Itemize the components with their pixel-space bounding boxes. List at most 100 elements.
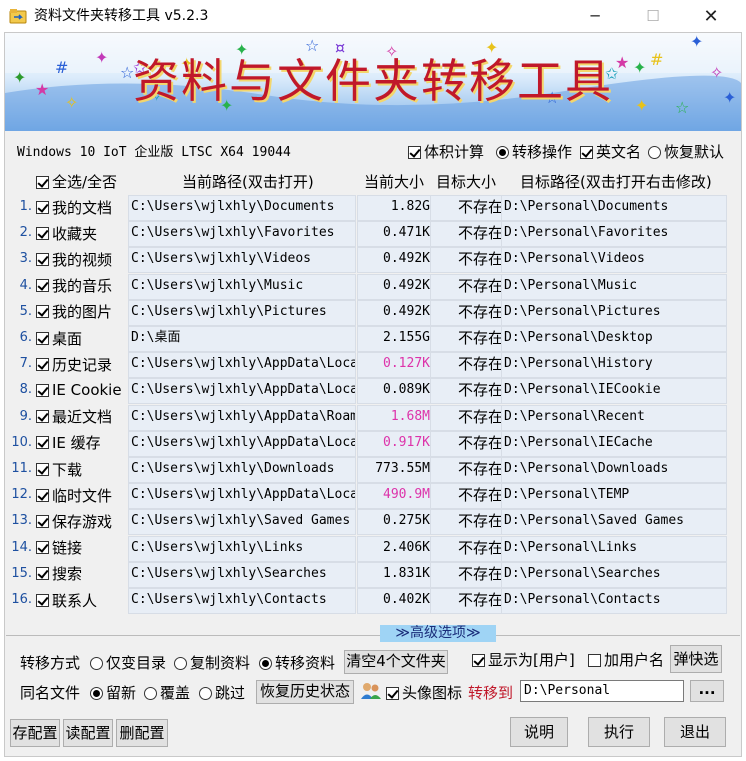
- checkbox-icon: [36, 305, 49, 319]
- current-size-cell: 0.089K: [357, 378, 433, 405]
- row-name: 联系人: [52, 591, 98, 610]
- row-select-checkbox[interactable]: 我的音乐: [36, 276, 112, 296]
- close-button[interactable]: ✕: [688, 0, 734, 32]
- keep-new-label: 留新: [106, 684, 137, 702]
- current-path-cell[interactable]: C:\Users\wjlxhly\Videos: [128, 247, 356, 274]
- maximize-button[interactable]: ☐: [630, 0, 676, 32]
- avatar-icon-checkbox[interactable]: 头像图标: [386, 683, 462, 703]
- current-path-cell[interactable]: C:\Users\wjlxhly\Music: [128, 273, 356, 300]
- row-select-checkbox[interactable]: 临时文件: [36, 485, 112, 505]
- current-path-cell[interactable]: C:\Users\wjlxhly\Links: [128, 535, 356, 562]
- row-select-checkbox[interactable]: 保存游戏: [36, 511, 112, 531]
- current-path-cell[interactable]: D:\桌面: [128, 326, 356, 352]
- row-select-checkbox[interactable]: 我的图片: [36, 302, 112, 322]
- advanced-options-button[interactable]: ≫高级选项≫: [380, 625, 496, 642]
- current-path-cell[interactable]: C:\Users\wjlxhly\Downloads: [128, 457, 356, 483]
- size-calc-checkbox[interactable]: 体积计算: [408, 142, 484, 162]
- copy-radio[interactable]: 复制资料: [174, 653, 250, 673]
- target-path-cell[interactable]: D:\Personal\IECookie: [501, 378, 727, 405]
- target-path-cell[interactable]: D:\Personal\Pictures: [501, 299, 727, 326]
- table-row: 8. IE Cookie C:\Users\wjlxhly\AppData\Loca…: [0, 378, 746, 405]
- add-username-checkbox[interactable]: 加用户名: [588, 650, 664, 670]
- target-path-cell[interactable]: D:\Personal\Videos: [501, 247, 727, 274]
- checkbox-icon: [36, 436, 49, 450]
- row-index: 12.: [11, 487, 32, 503]
- target-path-cell[interactable]: D:\Personal\Contacts: [501, 588, 727, 614]
- only-dir-radio[interactable]: 仅变目录: [90, 653, 166, 673]
- row-select-checkbox[interactable]: 桌面: [36, 328, 82, 348]
- current-path-cell[interactable]: C:\Users\wjlxhly\AppData\Local: [128, 430, 356, 457]
- users-icon: [360, 681, 382, 701]
- only-dir-label: 仅变目录: [106, 654, 167, 672]
- row-select-checkbox[interactable]: 搜索: [36, 564, 82, 584]
- row-select-checkbox[interactable]: 最近文档: [36, 407, 112, 427]
- delete-config-button[interactable]: 删配置: [116, 719, 168, 747]
- radio-icon: [648, 145, 661, 159]
- checkbox-icon: [36, 200, 49, 214]
- target-path-cell[interactable]: D:\Personal\Saved Games: [501, 509, 727, 536]
- row-name: 下载: [52, 460, 83, 479]
- transfer-op-radio[interactable]: 转移操作: [496, 142, 572, 162]
- target-path-cell[interactable]: D:\Personal\TEMP: [501, 483, 727, 510]
- target-path-cell[interactable]: D:\Personal\Links: [501, 535, 727, 562]
- current-path-cell[interactable]: C:\Users\wjlxhly\Searches: [128, 561, 356, 588]
- help-button[interactable]: 说明: [510, 717, 568, 747]
- target-path-cell[interactable]: D:\Personal\Searches: [501, 561, 727, 588]
- keep-new-radio[interactable]: 留新: [90, 683, 136, 703]
- close-icon: ✕: [703, 5, 719, 27]
- show-as-user-checkbox[interactable]: 显示为[用户]: [472, 650, 575, 670]
- row-select-checkbox[interactable]: 历史记录: [36, 354, 112, 374]
- row-index: 10.: [11, 434, 32, 450]
- current-path-cell[interactable]: C:\Users\wjlxhly\AppData\Local: [128, 352, 356, 379]
- execute-button[interactable]: 执行: [588, 717, 650, 747]
- skip-radio[interactable]: 跳过: [199, 683, 245, 703]
- row-select-checkbox[interactable]: 下载: [36, 459, 82, 479]
- overwrite-radio[interactable]: 覆盖: [144, 683, 190, 703]
- current-path-cell[interactable]: C:\Users\wjlxhly\Contacts: [128, 588, 356, 614]
- table-row: 11. 下载 C:\Users\wjlxhly\Downloads 773.55M 不存…: [0, 457, 746, 483]
- target-path-cell[interactable]: D:\Personal\History: [501, 352, 727, 379]
- row-select-checkbox[interactable]: IE Cookie: [36, 380, 122, 400]
- target-size-cell: 不存在: [430, 483, 507, 510]
- current-path-cell[interactable]: C:\Users\wjlxhly\Favorites: [128, 221, 356, 248]
- browse-button[interactable]: ...: [690, 680, 724, 702]
- current-path-cell[interactable]: C:\Users\wjlxhly\AppData\Local: [128, 378, 356, 405]
- current-path-cell[interactable]: C:\Users\wjlxhly\AppData\Roami: [128, 404, 356, 431]
- row-select-checkbox[interactable]: IE 缓存: [36, 433, 101, 453]
- table-row: 5. 我的图片 C:\Users\wjlxhly\Pictures 0.492K 不存在…: [0, 299, 746, 326]
- target-path-cell[interactable]: D:\Personal\Downloads: [501, 457, 727, 483]
- current-size-cell: 1.831K: [357, 561, 433, 588]
- target-path-cell[interactable]: D:\Personal\Recent: [501, 404, 727, 431]
- row-select-checkbox[interactable]: 联系人: [36, 590, 97, 610]
- checkbox-icon: [36, 331, 49, 345]
- target-path-cell[interactable]: D:\Personal\Desktop: [501, 326, 727, 352]
- row-select-checkbox[interactable]: 收藏夹: [36, 223, 97, 243]
- save-config-button[interactable]: 存配置: [10, 719, 60, 747]
- restore-default-radio[interactable]: 恢复默认: [648, 142, 724, 162]
- target-path-cell[interactable]: D:\Personal\Music: [501, 273, 727, 300]
- current-path-cell[interactable]: C:\Users\wjlxhly\Saved Games: [128, 509, 356, 536]
- read-config-button[interactable]: 读配置: [63, 719, 113, 747]
- row-select-checkbox[interactable]: 链接: [36, 538, 82, 558]
- clear-folders-button[interactable]: 清空4个文件夹: [344, 650, 448, 674]
- destination-input[interactable]: D:\Personal: [520, 680, 684, 702]
- table-row: 4. 我的音乐 C:\Users\wjlxhly\Music 0.492K 不存在 D:\…: [0, 273, 746, 300]
- minimize-button[interactable]: ─: [572, 0, 618, 32]
- select-all-checkbox[interactable]: 全选/全否: [36, 172, 117, 192]
- move-radio[interactable]: 转移资料: [259, 653, 335, 673]
- table-row: 7. 历史记录 C:\Users\wjlxhly\AppData\Local 0.12…: [0, 352, 746, 379]
- english-name-checkbox[interactable]: 英文名: [580, 142, 641, 162]
- popup-quick-select-button[interactable]: 弹快选: [670, 645, 722, 673]
- row-select-checkbox[interactable]: 我的视频: [36, 249, 112, 269]
- target-path-cell[interactable]: D:\Personal\Documents: [501, 195, 727, 221]
- exit-button[interactable]: 退出: [664, 717, 726, 747]
- restore-history-button[interactable]: 恢复历史状态: [256, 680, 354, 704]
- row-select-checkbox[interactable]: 我的文档: [36, 197, 112, 217]
- radio-icon: [90, 656, 103, 670]
- row-index: 4.: [19, 277, 32, 293]
- target-path-cell[interactable]: D:\Personal\IECache: [501, 430, 727, 457]
- target-path-cell[interactable]: D:\Personal\Favorites: [501, 221, 727, 248]
- current-path-cell[interactable]: C:\Users\wjlxhly\AppData\Local: [128, 483, 356, 510]
- current-path-cell[interactable]: C:\Users\wjlxhly\Documents: [128, 195, 356, 221]
- current-path-cell[interactable]: C:\Users\wjlxhly\Pictures: [128, 299, 356, 326]
